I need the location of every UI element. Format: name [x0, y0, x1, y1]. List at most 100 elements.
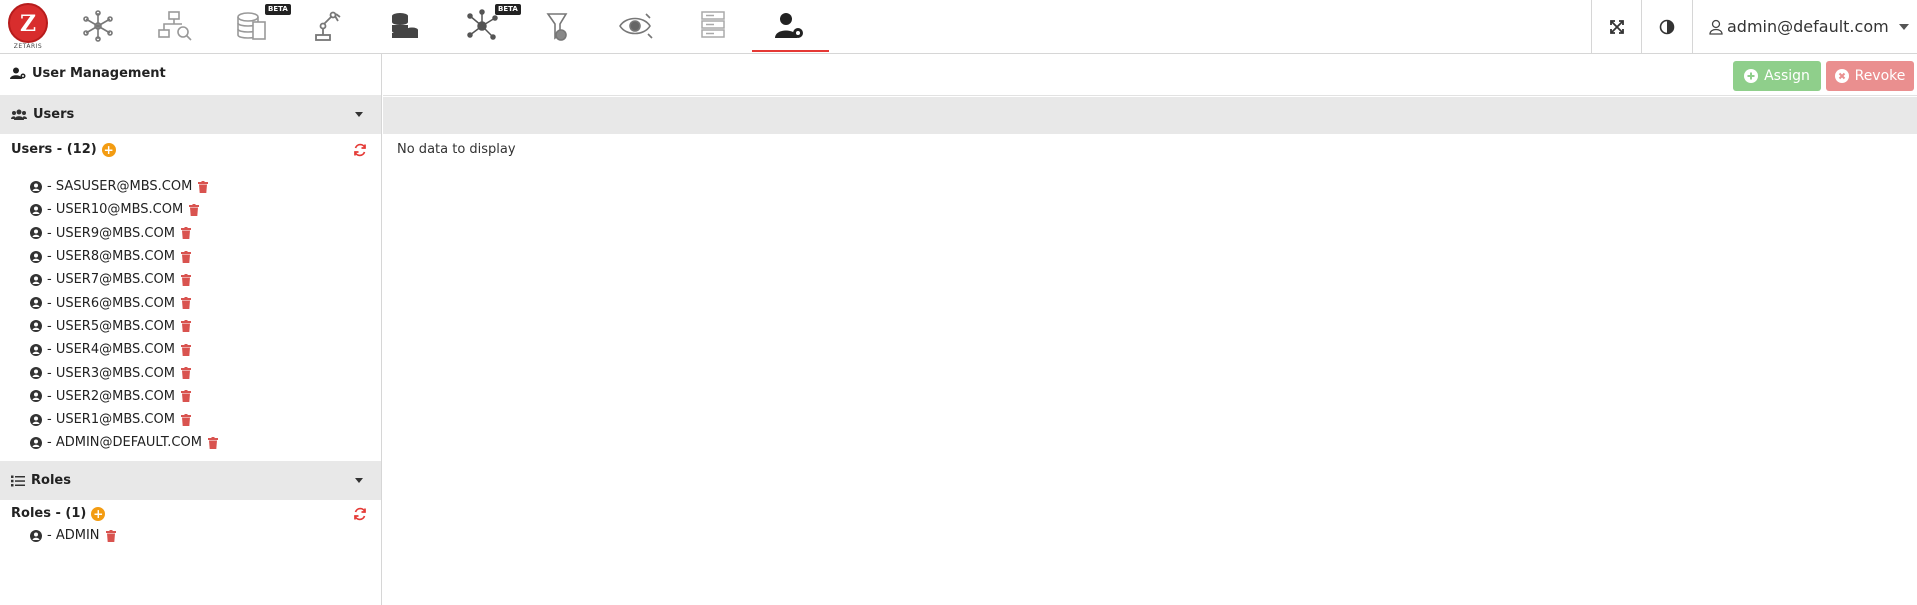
theme-toggle-button[interactable] — [1641, 0, 1692, 53]
beta-badge: BETA — [265, 4, 291, 15]
grid-header — [383, 97, 1917, 134]
eye-ai-icon[interactable] — [616, 8, 656, 44]
user-label: - ADMIN@DEFAULT.COM — [47, 435, 202, 451]
list-item[interactable]: - USER2@MBS.COM — [30, 385, 218, 408]
panel-title-text: User Management — [32, 66, 166, 81]
user-circle-icon — [30, 273, 42, 286]
user-circle-icon — [30, 227, 42, 240]
trash-icon[interactable] — [180, 250, 191, 263]
user-management-icon[interactable] — [771, 8, 811, 44]
user-outline-icon — [1709, 19, 1723, 35]
roles-section-label: Roles — [31, 473, 71, 488]
user-circle-icon — [30, 367, 42, 380]
user-label: - USER9@MBS.COM — [47, 225, 175, 241]
users-icon — [11, 109, 27, 120]
refresh-roles-icon[interactable] — [353, 507, 367, 521]
plus-circle-icon — [1744, 69, 1759, 83]
trash-icon[interactable] — [189, 203, 200, 216]
roles-group-title: Roles - (1) + — [11, 506, 106, 521]
fullscreen-button[interactable] — [1591, 0, 1641, 53]
users-group-title: Users - (12) + — [11, 142, 116, 157]
list-item[interactable]: - USER5@MBS.COM — [30, 315, 218, 338]
logo-disc: Z — [8, 3, 48, 43]
user-label: - SASUSER@MBS.COM — [47, 179, 193, 195]
logo-letter: Z — [19, 11, 37, 37]
trash-icon[interactable] — [207, 436, 218, 449]
expand-icon — [1609, 19, 1624, 34]
add-user-icon[interactable]: + — [101, 142, 116, 157]
user-label: - USER4@MBS.COM — [47, 342, 175, 358]
chevron-down-icon — [1898, 23, 1909, 30]
list-item[interactable]: - ADMIN@DEFAULT.COM — [30, 431, 218, 454]
user-circle-icon — [30, 413, 42, 426]
robot-arm-icon[interactable] — [308, 8, 348, 44]
server-rack-icon[interactable] — [694, 8, 734, 44]
times-circle-icon — [1834, 69, 1849, 83]
caret-down-icon — [355, 478, 363, 483]
trash-icon[interactable] — [105, 529, 116, 542]
users-section-label: Users — [33, 107, 75, 122]
list-item[interactable]: - USER9@MBS.COM — [30, 222, 218, 245]
users-section-header[interactable]: Users — [0, 95, 381, 134]
roles-list: - ADMIN — [30, 524, 116, 547]
revoke-label: Revoke — [1854, 68, 1906, 84]
left-panel: User Management Users Users - (12) + - S… — [0, 54, 382, 605]
user-label: - USER5@MBS.COM — [47, 318, 175, 334]
panel-title: User Management — [10, 66, 166, 81]
caret-down-icon — [355, 112, 363, 117]
action-toolbar: Assign Revoke — [383, 54, 1917, 96]
list-item[interactable]: - USER6@MBS.COM — [30, 291, 218, 314]
active-tab-indicator — [752, 50, 829, 52]
assign-button[interactable]: Assign — [1733, 61, 1821, 91]
hierarchy-search-icon[interactable] — [155, 8, 195, 44]
trash-icon[interactable] — [180, 390, 191, 403]
user-circle-icon — [30, 343, 42, 356]
list-item[interactable]: - USER3@MBS.COM — [30, 361, 218, 384]
trash-icon[interactable] — [180, 367, 191, 380]
trash-icon[interactable] — [180, 413, 191, 426]
roles-count-label: Roles - (1) — [11, 506, 87, 521]
trash-icon[interactable] — [180, 343, 191, 356]
user-label: - USER6@MBS.COM — [47, 295, 175, 311]
settings-flask-icon[interactable] — [538, 8, 578, 44]
trash-icon[interactable] — [180, 273, 191, 286]
trash-icon[interactable] — [180, 227, 191, 240]
add-role-icon[interactable]: + — [91, 506, 106, 521]
user-circle-icon — [30, 436, 42, 449]
revoke-button[interactable]: Revoke — [1826, 61, 1914, 91]
list-item[interactable]: - USER10@MBS.COM — [30, 198, 218, 221]
user-label: - USER2@MBS.COM — [47, 388, 175, 404]
empty-state-message: No data to display — [397, 142, 516, 157]
logo-wordmark: ZETARIS — [13, 43, 43, 50]
user-circle-icon — [30, 297, 42, 310]
list-item[interactable]: - ADMIN — [30, 524, 116, 547]
user-label: - USER3@MBS.COM — [47, 365, 175, 381]
list-item[interactable]: - SASUSER@MBS.COM — [30, 175, 218, 198]
user-label: - USER8@MBS.COM — [47, 249, 175, 265]
zetaris-logo[interactable]: Z ZETARIS — [6, 3, 50, 50]
database-stack-icon[interactable] — [385, 8, 425, 44]
user-cog-icon — [10, 67, 26, 79]
list-item[interactable]: - USER8@MBS.COM — [30, 245, 218, 268]
list-item[interactable]: - USER7@MBS.COM — [30, 268, 218, 291]
user-email: admin@default.com — [1727, 17, 1889, 36]
task-list-icon — [11, 475, 25, 486]
trash-icon[interactable] — [180, 320, 191, 333]
roles-section-header[interactable]: Roles — [0, 461, 381, 500]
network-icon[interactable] — [78, 8, 118, 44]
user-circle-icon — [30, 320, 42, 333]
list-item[interactable]: - USER1@MBS.COM — [30, 408, 218, 431]
contrast-icon — [1659, 19, 1675, 34]
refresh-users-icon[interactable] — [353, 143, 367, 157]
user-menu[interactable]: admin@default.com — [1692, 0, 1917, 53]
top-navbar: Z ZETARIS BETA BETA admin@default.com — [0, 0, 1917, 54]
trash-icon[interactable] — [198, 180, 209, 193]
user-label: - USER7@MBS.COM — [47, 272, 175, 288]
user-label: - USER1@MBS.COM — [47, 412, 175, 428]
users-list: - SASUSER@MBS.COM - USER10@MBS.COM - USE… — [30, 175, 218, 455]
trash-icon[interactable] — [180, 297, 191, 310]
beta-badge-2: BETA — [495, 4, 521, 15]
list-item[interactable]: - USER4@MBS.COM — [30, 338, 218, 361]
users-count-label: Users - (12) — [11, 142, 97, 157]
assign-label: Assign — [1764, 68, 1810, 84]
